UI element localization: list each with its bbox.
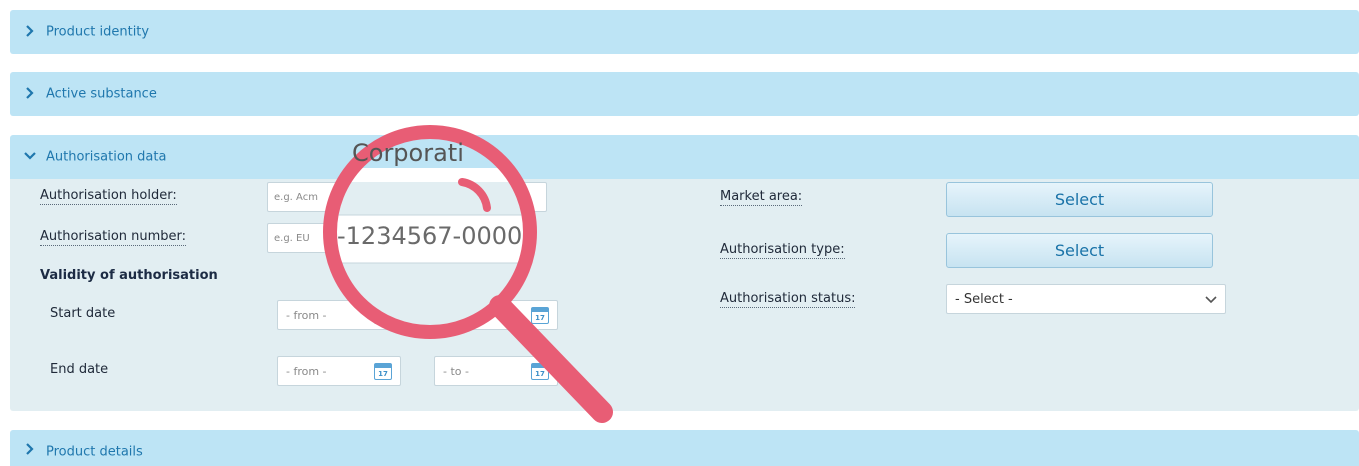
start-date-to-placeholder: - to - [443, 308, 469, 322]
calendar-icon[interactable]: 17 [374, 363, 392, 380]
panel-title: Product identity [46, 24, 150, 40]
calendar-day: 17 [535, 314, 545, 322]
start-date-to-input[interactable]: - to - 17 [434, 300, 558, 330]
chevron-right-icon [24, 25, 36, 37]
calendar-day: 17 [378, 314, 388, 322]
end-date-from-input[interactable]: - from - 17 [277, 356, 401, 386]
market-area-label: Market area: [720, 189, 803, 206]
magnified-text-holder: Corporati [352, 139, 464, 167]
authorisation-status-value: - Select - [955, 291, 1013, 307]
panel-authorisation-data[interactable]: Authorisation data [10, 135, 1359, 179]
start-date-label: Start date [50, 306, 116, 321]
panel-title: Active substance [46, 86, 157, 102]
end-date-to-input[interactable]: - to - 17 [434, 356, 558, 386]
validity-heading: Validity of authorisation [40, 268, 218, 283]
panel-product-details[interactable]: Product details [10, 430, 1359, 466]
authorisation-status-select[interactable]: - Select - [946, 284, 1226, 314]
end-date-to-placeholder: - to - [443, 364, 469, 378]
calendar-icon[interactable]: 17 [531, 363, 549, 380]
panel-title: Authorisation data [46, 149, 167, 165]
chevron-right-icon [24, 443, 36, 455]
authorisation-number-label: Authorisation number: [40, 229, 187, 246]
panel-active-substance[interactable]: Active substance [10, 72, 1359, 116]
authorisation-status-label: Authorisation status: [720, 291, 856, 308]
start-date-from-input[interactable]: - from - 17 [277, 300, 401, 330]
calendar-day: 17 [378, 370, 388, 378]
magnified-text-number: -1234567-0000 [337, 222, 523, 250]
authorisation-type-label: Authorisation type: [720, 242, 845, 259]
calendar-day: 17 [535, 370, 545, 378]
calendar-icon[interactable]: 17 [531, 307, 549, 324]
start-date-from-placeholder: - from - [286, 308, 327, 322]
end-date-from-placeholder: - from - [286, 364, 327, 378]
panel-title: Product details [46, 444, 143, 460]
authorisation-holder-input[interactable]: e.g. Acm [267, 182, 547, 212]
chevron-down-icon [1205, 294, 1217, 309]
chevron-down-icon [24, 150, 36, 162]
authorisation-holder-label: Authorisation holder: [40, 188, 177, 205]
panel-product-identity[interactable]: Product identity [10, 10, 1359, 54]
market-area-select-button[interactable]: Select [946, 182, 1213, 217]
chevron-right-icon [24, 87, 36, 99]
end-date-label: End date [50, 362, 109, 377]
calendar-icon[interactable]: 17 [374, 307, 392, 324]
authorisation-type-select-button[interactable]: Select [946, 233, 1213, 268]
